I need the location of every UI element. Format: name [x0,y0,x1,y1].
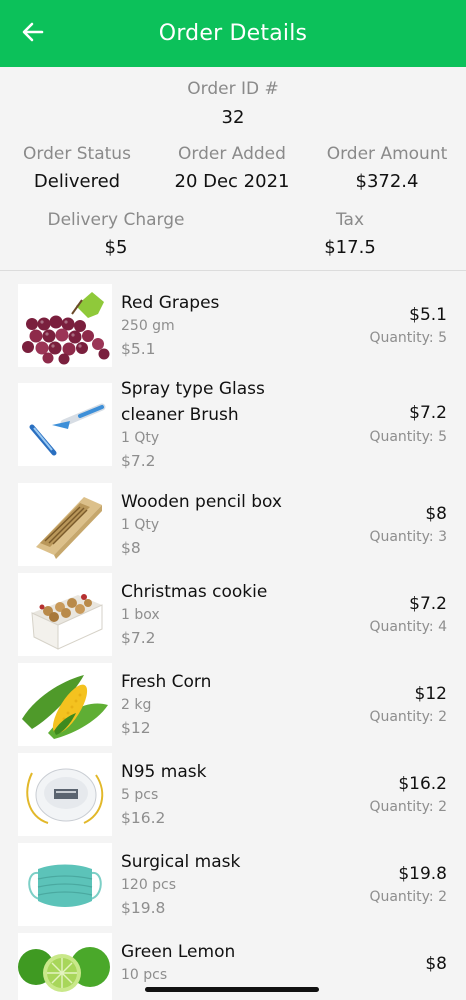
order-added-label: Order Added [178,144,286,164]
item-name: N95 mask [121,762,207,782]
item-price: $19.8 [398,864,447,884]
item-quantity: Quantity: 2 [369,709,447,725]
item-price: $16.2 [398,774,447,794]
list-item[interactable]: Wooden pencil box 1 Qty $8 $8 Quantity: … [0,483,466,573]
list-item[interactable]: Surgical mask 120 pcs $19.8 $19.8 Quanti… [0,843,466,933]
item-name-line2: cleaner Brush [121,405,239,425]
fresh-corn-image [18,663,112,746]
back-button[interactable] [14,16,52,52]
item-unit: 10 pcs [121,967,168,983]
order-amount-label: Order Amount [326,144,448,164]
item-name: Red Grapes [121,293,220,313]
delivery-charge-label: Delivery Charge [47,210,185,230]
list-item[interactable]: Christmas cookie 1 box $7.2 $7.2 Quantit… [0,573,466,663]
app-header: Order Details [0,0,466,67]
item-unit: 2 kg [121,697,152,713]
item-name-line1: Spray type Glass [121,379,265,399]
item-name: Christmas cookie [121,582,268,602]
order-details-screen: Order Details Order ID # 32 Order Status… [0,0,466,1000]
item-unit: 1 Qty [121,430,160,446]
item-unit: 1 box [121,607,160,623]
item-name: Fresh Corn [121,672,212,692]
item-unit-price: $8 [121,539,141,557]
arrow-left-icon [22,22,44,46]
order-status-value: Delivered [33,171,121,192]
item-name: Surgical mask [121,852,241,872]
list-item[interactable]: Fresh Corn 2 kg $12 $12 Quantity: 2 [0,663,466,753]
item-name: Wooden pencil box [121,492,282,512]
item-price: $12 [414,684,447,704]
item-quantity: Quantity: 5 [369,429,447,445]
item-price: $5.1 [409,305,447,325]
item-price: $8 [425,504,447,524]
page-title: Order Details [158,21,308,46]
home-indicator[interactable] [145,987,319,992]
item-quantity: Quantity: 4 [369,619,447,635]
item-quantity: Quantity: 5 [369,330,447,346]
item-unit-price: $5.1 [121,340,156,358]
order-items-list[interactable]: Red Grapes 250 gm $5.1 $5.1 Quantity: 5 … [0,272,466,1000]
item-unit-price: $7.2 [121,629,156,647]
item-price: $7.2 [409,403,447,423]
item-unit-price: $12 [121,719,151,737]
item-unit-price: $16.2 [121,809,166,827]
order-amount-value: $372.4 [355,171,419,192]
green-lemon-image [18,933,112,1000]
item-quantity: Quantity: 2 [369,799,447,815]
wooden-pencil-box-image [18,483,112,566]
order-id-value: 32 [221,107,245,128]
item-name: Green Lemon [121,942,236,962]
red-grapes-image [18,284,112,367]
item-unit: 250 gm [121,318,175,334]
item-quantity: Quantity: 2 [369,889,447,905]
order-summary: Order ID # 32 Order Status Delivered Ord… [0,67,466,271]
christmas-cookie-image [18,573,112,656]
item-unit-price: $19.8 [121,899,166,917]
delivery-charge-value: $5 [104,237,128,258]
list-item[interactable]: N95 mask 5 pcs $16.2 $16.2 Quantity: 2 [0,753,466,843]
tax-label: Tax [335,210,365,230]
order-status-label: Order Status [23,144,131,164]
n95-mask-image [18,753,112,836]
order-id-label: Order ID # [187,79,279,99]
surgical-mask-image [18,843,112,926]
item-unit: 120 pcs [121,877,177,893]
item-price: $8 [425,954,447,974]
item-price: $7.2 [409,594,447,614]
order-added-value: 20 Dec 2021 [174,171,290,192]
glass-cleaner-brush-image [18,383,112,466]
list-item[interactable]: Spray type Glass cleaner Brush 1 Qty $7.… [0,379,466,473]
list-item[interactable]: Red Grapes 250 gm $5.1 $5.1 Quantity: 5 [0,284,466,374]
item-unit: 5 pcs [121,787,159,803]
tax-value: $17.5 [324,237,376,258]
item-unit: 1 Qty [121,517,160,533]
item-unit-price: $7.2 [121,452,156,470]
item-quantity: Quantity: 3 [369,529,447,545]
